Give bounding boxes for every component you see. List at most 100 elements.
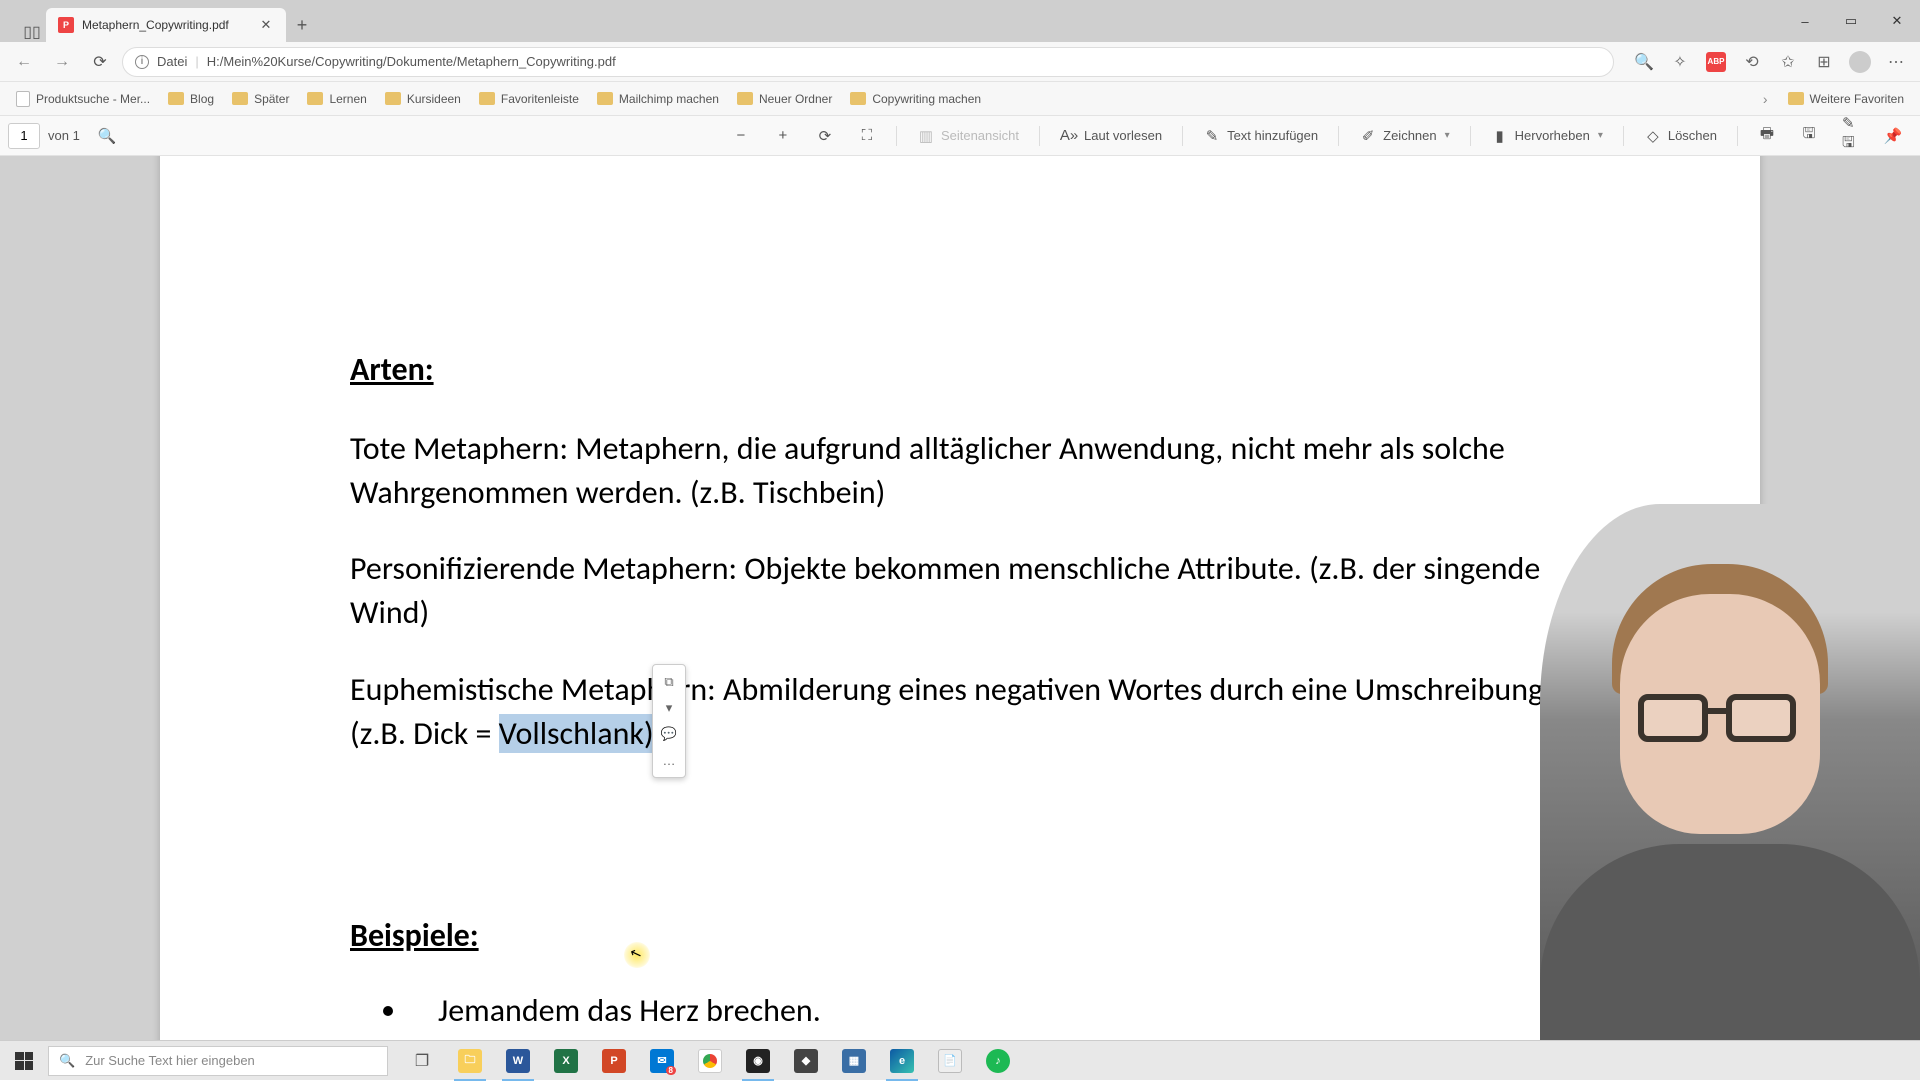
bookmarks-overflow-icon[interactable]: › bbox=[1757, 91, 1774, 107]
page-icon bbox=[16, 91, 30, 107]
find-button[interactable]: 🔍 bbox=[88, 122, 126, 150]
taskbar-app-word[interactable]: W bbox=[494, 1041, 542, 1081]
collections-icon[interactable]: ⊞ bbox=[1808, 46, 1840, 78]
menu-icon[interactable]: ⋯ bbox=[1880, 46, 1912, 78]
highlight-selection-icon[interactable]: ▾ bbox=[653, 695, 685, 721]
task-view-button[interactable]: ❐ bbox=[398, 1041, 446, 1081]
pin-toolbar-button[interactable]: 📌 bbox=[1874, 122, 1912, 150]
chevron-down-icon[interactable]: ▾ bbox=[1445, 130, 1450, 141]
speaker-icon: A» bbox=[1060, 127, 1078, 145]
browser-tab[interactable]: Metaphern_Copywriting.pdf ✕ bbox=[46, 8, 286, 42]
page-view-button[interactable]: ▥Seitenansicht bbox=[907, 122, 1029, 150]
tab-close-button[interactable]: ✕ bbox=[258, 17, 274, 33]
app-icon: ▦ bbox=[842, 1049, 866, 1073]
taskbar-app-powerpoint[interactable]: P bbox=[590, 1041, 638, 1081]
profile-icon[interactable] bbox=[1844, 46, 1876, 78]
word-icon: W bbox=[506, 1049, 530, 1073]
bookmark-item[interactable]: Copywriting machen bbox=[842, 88, 989, 110]
more-icon[interactable]: … bbox=[653, 747, 685, 773]
taskbar-app-generic1[interactable]: ◆ bbox=[782, 1041, 830, 1081]
notepad-icon: 📄 bbox=[938, 1049, 962, 1073]
bookmark-more[interactable]: Weitere Favoriten bbox=[1780, 88, 1912, 110]
draw-button[interactable]: ✐Zeichnen▾ bbox=[1349, 122, 1460, 150]
bookmark-item[interactable]: Mailchimp machen bbox=[589, 88, 727, 110]
selection-toolbar: ⧉ ▾ 💬 … bbox=[652, 664, 686, 778]
bookmark-item[interactable]: Blog bbox=[160, 88, 222, 110]
bookmark-item[interactable]: Kursideen bbox=[377, 88, 469, 110]
window-minimize-button[interactable]: – bbox=[1782, 0, 1828, 42]
taskbar-app-notepad[interactable]: 📄 bbox=[926, 1041, 974, 1081]
taskbar-app-edge[interactable]: e bbox=[878, 1041, 926, 1081]
doc-paragraph: Euphemistische Metaphern: Abmilderung ei… bbox=[350, 668, 1570, 756]
tab-title: Metaphern_Copywriting.pdf bbox=[82, 18, 229, 32]
highlight-icon: ▮ bbox=[1491, 127, 1509, 145]
chevron-down-icon[interactable]: ▾ bbox=[1598, 130, 1603, 141]
folder-icon bbox=[850, 92, 866, 105]
page-number-input[interactable] bbox=[8, 123, 40, 149]
taskbar-app-generic2[interactable]: ▦ bbox=[830, 1041, 878, 1081]
window-close-button[interactable]: ✕ bbox=[1874, 0, 1920, 42]
info-icon[interactable]: i bbox=[135, 55, 149, 69]
read-aloud-button[interactable]: A»Laut vorlesen bbox=[1050, 122, 1172, 150]
tabs-button[interactable]: ▯▯ bbox=[18, 22, 46, 42]
zoom-in-button[interactable]: + bbox=[764, 122, 802, 150]
folder-icon bbox=[479, 92, 495, 105]
erase-button[interactable]: ◇Löschen bbox=[1634, 122, 1727, 150]
favorites-icon[interactable]: ✩ bbox=[1772, 46, 1804, 78]
abp-icon[interactable]: ABP bbox=[1700, 46, 1732, 78]
text-selection[interactable]: Vollschlank) bbox=[499, 714, 654, 753]
taskbar-app-mail[interactable]: ✉8 bbox=[638, 1041, 686, 1081]
pdf-page[interactable]: auslösen. Arten: Tote Metaphern: Metaphe… bbox=[160, 156, 1760, 1080]
bookmark-item[interactable]: Später bbox=[224, 88, 297, 110]
mail-icon: ✉8 bbox=[650, 1049, 674, 1073]
taskbar-search[interactable]: 🔍 Zur Suche Text hier eingeben bbox=[48, 1046, 388, 1076]
title-bar: ▯▯ Metaphern_Copywriting.pdf ✕ + – ▭ ✕ bbox=[0, 0, 1920, 42]
address-bar: ← → ⟳ i Datei | H:/Mein%20Kurse/Copywrit… bbox=[0, 42, 1920, 82]
save-as-button[interactable]: ✎🖫 bbox=[1832, 122, 1870, 150]
obs-icon: ◉ bbox=[746, 1049, 770, 1073]
highlight-button[interactable]: ▮Hervorheben▾ bbox=[1481, 122, 1613, 150]
address-prefix: Datei bbox=[157, 54, 187, 69]
folder-icon bbox=[737, 92, 753, 105]
bookmark-item[interactable]: Produktsuche - Mer... bbox=[8, 87, 158, 111]
pen-icon: ✐ bbox=[1359, 127, 1377, 145]
folder-icon bbox=[597, 92, 613, 105]
excel-icon: X bbox=[554, 1049, 578, 1073]
sync-icon[interactable]: ⟲ bbox=[1736, 46, 1768, 78]
start-button[interactable] bbox=[0, 1041, 48, 1081]
add-text-button[interactable]: ✎Text hinzufügen bbox=[1193, 122, 1328, 150]
print-button[interactable]: 🖶 bbox=[1748, 122, 1786, 150]
save-button[interactable]: 🖫 bbox=[1790, 122, 1828, 150]
folder-icon bbox=[232, 92, 248, 105]
fit-page-button[interactable]: ⛶ bbox=[848, 122, 886, 150]
taskbar-app-excel[interactable]: X bbox=[542, 1041, 590, 1081]
page-total-label: von 1 bbox=[48, 128, 80, 143]
nav-back-button[interactable]: ← bbox=[8, 46, 40, 78]
zoom-icon[interactable]: 🔍 bbox=[1628, 46, 1660, 78]
zoom-out-button[interactable]: − bbox=[722, 122, 760, 150]
taskbar-app-chrome[interactable] bbox=[686, 1041, 734, 1081]
rotate-button[interactable]: ⟳ bbox=[806, 122, 844, 150]
chrome-icon bbox=[698, 1049, 722, 1073]
taskbar: 🔍 Zur Suche Text hier eingeben ❐ 🗀 W X P… bbox=[0, 1040, 1920, 1080]
reader-icon[interactable]: ✧ bbox=[1664, 46, 1696, 78]
bookmark-item[interactable]: Neuer Ordner bbox=[729, 88, 840, 110]
bookmark-item[interactable]: Favoritenleiste bbox=[471, 88, 587, 110]
address-input[interactable]: i Datei | H:/Mein%20Kurse/Copywriting/Do… bbox=[122, 47, 1614, 77]
task-view-icon: ❐ bbox=[415, 1051, 429, 1071]
comment-icon[interactable]: 💬 bbox=[653, 721, 685, 747]
pdf-toolbar: von 1 🔍 − + ⟳ ⛶ ▥Seitenansicht A»Laut vo… bbox=[0, 116, 1920, 156]
bookmark-item[interactable]: Lernen bbox=[299, 88, 374, 110]
plus-icon: + bbox=[774, 127, 792, 145]
folder-icon bbox=[307, 92, 323, 105]
taskbar-app-obs[interactable]: ◉ bbox=[734, 1041, 782, 1081]
pin-icon: 📌 bbox=[1884, 127, 1902, 145]
taskbar-app-explorer[interactable]: 🗀 bbox=[446, 1041, 494, 1081]
print-icon: 🖶 bbox=[1758, 127, 1776, 145]
taskbar-app-spotify[interactable]: ♪ bbox=[974, 1041, 1022, 1081]
new-tab-button[interactable]: + bbox=[286, 8, 318, 42]
window-maximize-button[interactable]: ▭ bbox=[1828, 0, 1874, 42]
copy-icon[interactable]: ⧉ bbox=[653, 669, 685, 695]
nav-refresh-button[interactable]: ⟳ bbox=[84, 46, 116, 78]
bookmarks-bar: Produktsuche - Mer... Blog Später Lernen… bbox=[0, 82, 1920, 116]
